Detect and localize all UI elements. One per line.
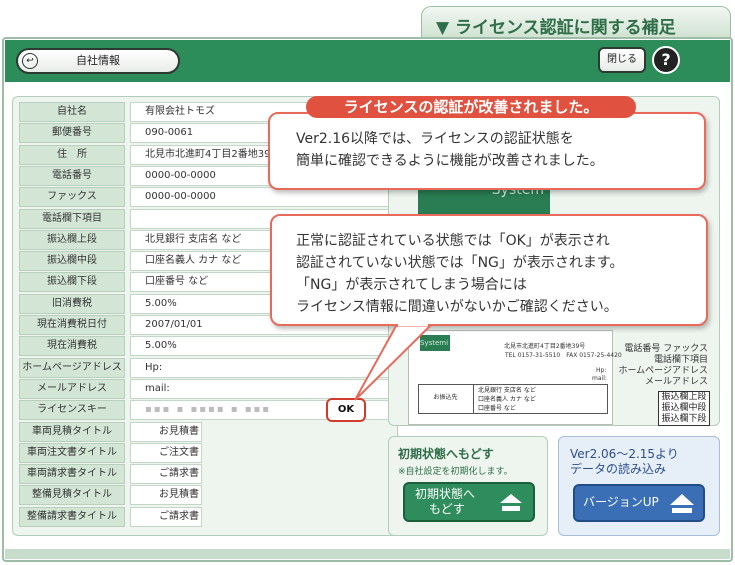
callout-text: 正常に認証されている状態では「OK」が表示され [296, 233, 610, 249]
form-field[interactable]: mail: [130, 378, 389, 399]
reset-button[interactable]: 初期状態へ もどす [403, 482, 535, 522]
form-row: 整備請求書タイトル ご請求書 [19, 506, 389, 527]
form-label: 郵便番号 [19, 123, 125, 144]
version-title: Ver2.06～2.15より データの読み込み [570, 447, 679, 477]
side-label: メールアドレス [644, 377, 708, 387]
supplement-tab[interactable]: ▼ ライセンス認証に関する補足 [421, 6, 731, 38]
close-button[interactable]: 閉じる [598, 47, 646, 73]
form-label: 整備見積タイトル [19, 485, 125, 506]
company-info-button[interactable]: ↩ 自社情報 [16, 48, 180, 74]
preview-bank-line: 口座番号 など [478, 405, 516, 412]
preview-bank-line: 口座名義人 カナ など [478, 396, 536, 403]
preview-side-labels: 電話番号 ファックス 電話欄下項目 ホームページアドレス メールアドレス [612, 344, 708, 388]
form-label: 車両見積タイトル [19, 421, 125, 442]
callout-text: Ver2.16以降では、ライセンスの認証状態を [296, 131, 574, 147]
form-label: 現在消費税 [19, 336, 125, 357]
form-field[interactable]: Hp: [130, 357, 389, 378]
form-label: メールアドレス [19, 378, 125, 399]
callout-text: 「NG」が表示されてしまう場合には [296, 277, 527, 293]
form-row: 車両見積タイトル お見積書 [19, 421, 389, 442]
form-field[interactable]: お見積書 [130, 421, 202, 442]
version-title-line: Ver2.06～2.15より [570, 447, 679, 461]
form-label: 振込欄下段 [19, 272, 125, 293]
version-up-label: バージョンUP [583, 495, 659, 509]
reset-note: ※自社設定を初期化します。 [398, 467, 513, 477]
form-label: 住 所 [19, 144, 125, 165]
bank-label: 振込欄上段 [661, 392, 707, 402]
callout-banner: ライセンスの認証が改善されました。 [306, 96, 636, 118]
bank-label: 振込欄中段 [661, 403, 707, 413]
side-label: ホームページアドレス [618, 366, 708, 376]
preview-address: 北見市北進町4丁目2番地39号 [504, 343, 586, 350]
form-label: 現在消費税日付 [19, 315, 125, 335]
form-label: 振込欄中段 [19, 251, 125, 272]
preview-bank-head: お振込先 [418, 384, 474, 414]
form-row: 現在消費税 5.00% [19, 336, 389, 357]
form-label: 整備請求書タイトル [19, 506, 125, 527]
form-label: 振込欄上段 [19, 229, 125, 250]
help-icon[interactable]: ? [652, 46, 680, 74]
upload-icon [670, 494, 694, 513]
callout-license-status: 正常に認証されている状態では「OK」が表示され 認証されていない状態では「NG」… [270, 214, 708, 326]
callout-text: ライセンス情報に間違いがないかご確認ください。 [296, 299, 618, 315]
callout-improvement: Ver2.16以降では、ライセンスの認証状態を 簡単に確認できるように機能が改善… [268, 112, 706, 190]
license-status-badge: OK [326, 398, 366, 422]
version-up-button[interactable]: バージョンUP [573, 484, 705, 522]
callout-text: 簡単に確認できるように機能が改善されました。 [296, 153, 604, 169]
form-field[interactable]: お見積書 [130, 485, 202, 506]
form-row: ホームページアドレス Hp: [19, 357, 389, 378]
callout-text: 認証されていない状態では「NG」が表示されます。 [296, 255, 624, 271]
preview-hp: Hp: [596, 367, 607, 374]
form-field[interactable]: 5.00% [130, 336, 389, 357]
reset-title: 初期状態へもどす [398, 447, 494, 461]
side-label: 電話欄下項目 [653, 355, 708, 365]
preview-tel-fax: TEL 0157-31-5510 FAX 0157-25-4420 [505, 352, 622, 359]
form-label: 車両注文書タイトル [19, 442, 125, 463]
form-label: ホームページアドレス [19, 357, 125, 378]
form-label: ライセンスキー [19, 400, 125, 421]
side-label: 電話番号 ファックス [624, 344, 708, 354]
home-icon [500, 494, 522, 511]
preview-mail: mail: [592, 375, 607, 382]
form-label: 電話番号 [19, 165, 125, 186]
back-arrow-icon: ↩ [22, 53, 38, 69]
form-label: 電話欄下項目 [19, 208, 125, 229]
bank-label: 振込欄下段 [661, 414, 707, 424]
version-title-line: データの読み込み [570, 462, 667, 476]
footer-bar [5, 549, 730, 559]
form-field[interactable]: ご注文書 [130, 442, 202, 463]
form-row: ファックス 0000-00-0000 [19, 187, 389, 208]
form-row: 整備見積タイトル お見積書 [19, 485, 389, 506]
form-row: 車両注文書タイトル ご注文書 [19, 442, 389, 463]
preview-logo: Systemi [420, 335, 450, 351]
form-field[interactable]: ご請求書 [130, 506, 202, 527]
preview-bank-line: 北見銀行 支店名 など [478, 387, 536, 394]
form-row: メールアドレス mail: [19, 378, 389, 399]
form-label: ファックス [19, 187, 125, 208]
form-row: 車両請求書タイトル ご請求書 [19, 464, 389, 485]
form-field[interactable]: 0000-00-0000 [130, 187, 389, 208]
company-info-label: 自社情報 [76, 54, 120, 67]
form-label: 旧消費税 [19, 293, 125, 314]
preview-bank-labels: 振込欄上段 振込欄中段 振込欄下段 [658, 391, 710, 426]
form-label: 自社名 [19, 102, 125, 122]
form-field[interactable]: ご請求書 [130, 464, 202, 485]
form-label: 車両請求書タイトル [19, 464, 125, 485]
